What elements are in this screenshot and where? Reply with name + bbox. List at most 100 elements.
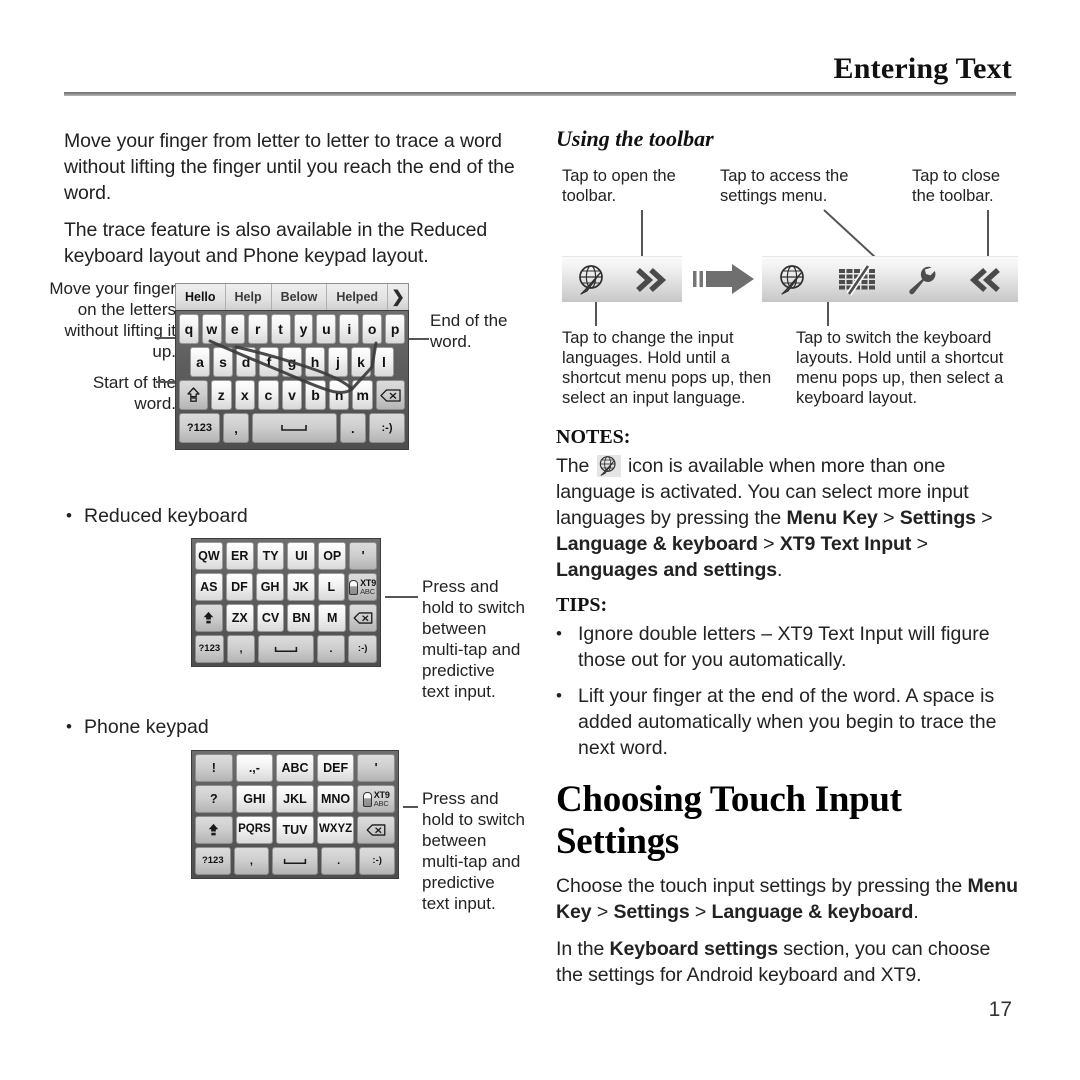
key-apostrophe[interactable]: ' [357,754,395,782]
key-l[interactable]: L [317,573,346,601]
bullet-icon: • [556,686,562,705]
key-comma[interactable]: , [226,635,256,663]
suggestion-bar[interactable]: Hello Help Below Helped ❯ [175,283,409,310]
key-q[interactable]: q [179,314,199,344]
key-r[interactable]: r [247,314,268,344]
keyboard-row: ?123 , . :-) [195,847,395,875]
key-ghi[interactable]: GHI [235,785,274,813]
key-y[interactable]: y [293,314,314,344]
key-k[interactable]: k [351,347,371,377]
key-as[interactable]: AS [195,573,223,601]
key-m[interactable]: m [352,380,373,410]
notes-sep: > [981,507,993,529]
suggestion-item[interactable]: Help [226,284,272,310]
key-w[interactable]: w [201,314,222,344]
key-period[interactable]: . [320,847,357,875]
page-number: 17 [988,998,1012,1021]
shift-icon[interactable] [179,380,208,410]
keyboard-row: QW ER TY UI OP ' [195,542,377,570]
keyboard-row: ZX CV BN M [195,604,377,632]
key-smiley[interactable]: :-) [348,635,378,663]
space-icon[interactable] [272,847,318,875]
key-i[interactable]: i [339,314,360,344]
key-ty[interactable]: TY [256,542,285,570]
qwerty-key-grid: q w e r t y u i o p a s d f g h j k l z … [175,310,409,450]
key-tuv[interactable]: TUV [276,816,314,844]
key-apostrophe[interactable]: ' [349,542,377,570]
shift-icon[interactable] [195,604,223,632]
key-o[interactable]: o [362,314,383,344]
phone-key-grid: ! .,- ABC DEF ' ? GHI JKL MNO XT9 ABC PQ… [191,750,399,879]
chevron-right-icon[interactable]: ❯ [388,284,408,310]
key-e[interactable]: e [224,314,245,344]
key-period[interactable]: . [316,635,346,663]
backspace-icon[interactable] [357,816,395,844]
key-exclamation[interactable]: ! [195,754,233,782]
key-t[interactable]: t [270,314,291,344]
xt9-abc-toggle-icon[interactable]: XT9 ABC [357,785,395,813]
keyboard-row: AS DF GH JK L XT9 ABC [195,573,378,601]
key-wxyz[interactable]: WXYZ [316,816,355,844]
key-cv[interactable]: CV [256,604,285,632]
key-df[interactable]: DF [225,573,254,601]
suggestion-item[interactable]: Helped [327,284,389,310]
key-er[interactable]: ER [225,542,254,570]
key-bn[interactable]: BN [287,604,316,632]
key-j[interactable]: j [328,347,348,377]
key-v[interactable]: v [281,380,303,410]
key-comma[interactable]: , [233,847,270,875]
key-symbols[interactable]: ?123 [195,635,224,663]
suggestion-item[interactable]: Below [272,284,328,310]
bullet-phone-keypad: • Phone keypad [66,714,366,740]
key-p[interactable]: p [385,314,406,344]
key-g[interactable]: g [282,347,302,377]
key-d[interactable]: d [236,347,256,377]
key-punct[interactable]: .,- [235,754,274,782]
key-comma[interactable]: , [222,413,250,443]
key-b[interactable]: b [305,380,326,410]
key-c[interactable]: c [258,380,279,410]
key-symbols[interactable]: ?123 [195,847,231,875]
key-symbols[interactable]: ?123 [179,413,220,443]
notes-bold-language-keyboard: Language & keyboard [556,533,758,555]
key-u[interactable]: u [316,314,337,344]
key-a[interactable]: a [190,347,210,377]
key-mno[interactable]: MNO [316,785,355,813]
key-m[interactable]: M [318,604,347,632]
space-icon[interactable] [252,413,337,443]
key-s[interactable]: s [213,347,233,377]
key-zx[interactable]: ZX [225,604,254,632]
backspace-icon[interactable] [376,380,405,410]
key-smiley[interactable]: :-) [359,847,395,875]
key-smiley[interactable]: :-) [369,413,405,443]
bullet-icon: • [66,717,72,736]
key-h[interactable]: h [305,347,325,377]
notes-bold-languages-settings: Languages and settings [556,559,778,581]
key-z[interactable]: z [210,380,232,410]
key-jk[interactable]: JK [286,573,315,601]
key-n[interactable]: n [328,380,350,410]
key-x[interactable]: x [234,380,256,410]
choosing-period: . [913,901,919,923]
xt9-pill-icon [362,791,372,807]
key-op[interactable]: OP [318,542,347,570]
key-question[interactable]: ? [195,785,233,813]
key-jkl[interactable]: JKL [276,785,314,813]
key-f[interactable]: f [259,347,279,377]
key-pqrs[interactable]: PQRS [235,816,274,844]
choosing-sep: > [694,901,707,923]
xt9-abc-toggle-icon[interactable]: XT9 ABC [348,573,378,601]
space-icon[interactable] [258,635,314,663]
choosing-paragraph-2: In the Keyboard settings section, you ca… [556,936,1018,988]
key-qw[interactable]: QW [195,542,223,570]
key-l[interactable]: l [374,347,394,377]
backspace-icon[interactable] [349,604,377,632]
key-ui[interactable]: UI [287,542,316,570]
key-gh[interactable]: GH [256,573,284,601]
suggestion-item[interactable]: Hello [176,284,226,310]
callout-phone-xt9: Press and hold to switch between multi-t… [422,789,525,913]
key-def[interactable]: DEF [316,754,355,782]
key-period[interactable]: . [339,413,366,443]
shift-icon[interactable] [195,816,233,844]
key-abc[interactable]: ABC [276,754,314,782]
